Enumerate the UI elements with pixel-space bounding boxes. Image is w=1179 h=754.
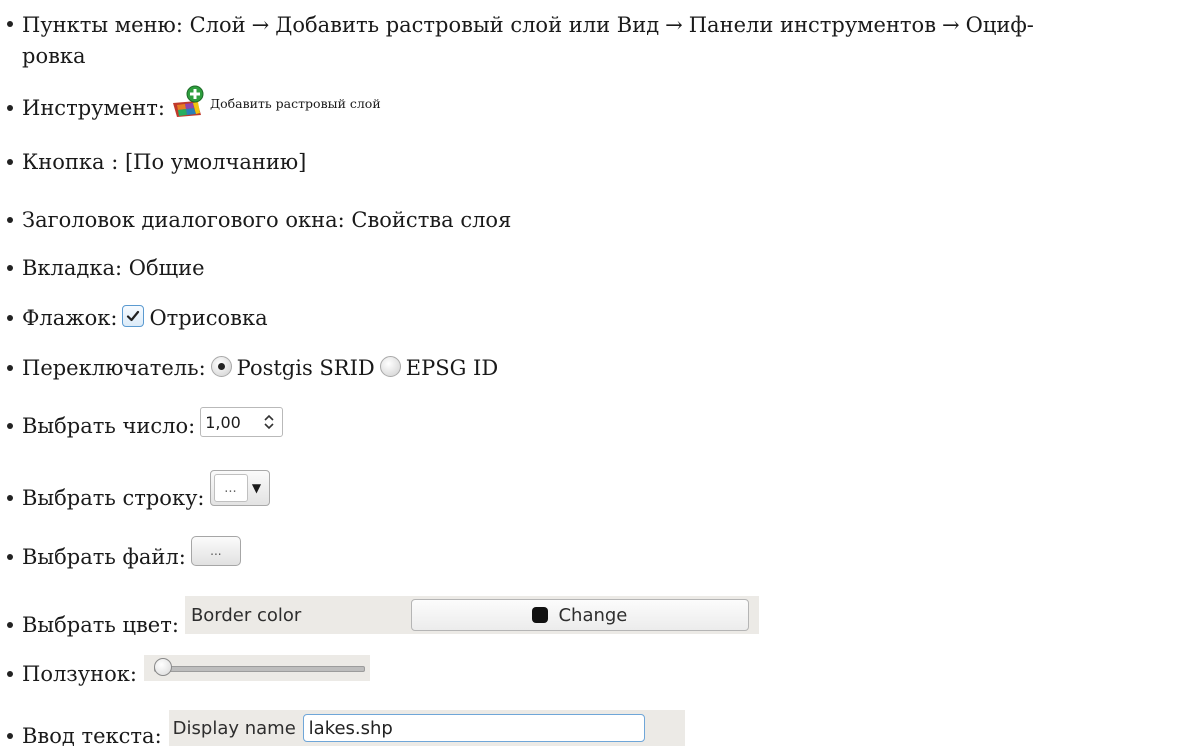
list-item-checkbox: Флажок: Отрисовка: [7, 305, 268, 330]
display-name-label: Display name: [172, 717, 296, 739]
list-item-color: Выбрать цвет: Border color Change: [7, 596, 759, 644]
list-item-tool: Инструмент: Добавить растровый слой: [7, 85, 381, 125]
combobox-field: ...: [213, 474, 248, 502]
list-item-text-input: Ввод текста: Display name: [7, 710, 685, 754]
list-item-file: Выбрать файл: ...: [7, 536, 241, 572]
up-down-arrows-icon[interactable]: [262, 413, 276, 431]
list-item-tab: Вкладка: Общие: [7, 256, 205, 280]
bullet: [7, 733, 13, 739]
radio-option2-text: EPSG ID: [405, 356, 499, 380]
checkbox-text: Отрисовка: [149, 306, 268, 330]
bullet: [7, 495, 13, 501]
text-input-label: Ввод текста:: [22, 724, 162, 748]
epsg-id-radio[interactable]: [379, 355, 401, 377]
list-item-combobox: Выбрать строку: ... ▼: [7, 470, 270, 516]
postgis-srid-radio[interactable]: [210, 355, 232, 377]
display-name-row: Display name: [168, 710, 685, 746]
list-item-radio: Переключатель: Postgis SRID EPSG ID: [7, 355, 499, 380]
color-label: Выбрать цвет:: [22, 613, 179, 637]
color-swatch: [532, 607, 549, 623]
number-spinbox[interactable]: 1,00: [200, 407, 284, 437]
tab-text: Вкладка: Общие: [22, 256, 205, 280]
list-item-button: Кнопка : [По умолчанию]: [7, 150, 306, 174]
tool-label: Инструмент:: [22, 96, 165, 120]
bullet: [7, 315, 13, 321]
file-label: Выбрать файл:: [22, 545, 186, 569]
bullet: [7, 21, 13, 27]
list-item-slider: Ползунок:: [7, 655, 370, 687]
change-button-label: Change: [558, 604, 628, 626]
slider-track[interactable]: [153, 666, 365, 672]
display-name-input[interactable]: [302, 714, 645, 742]
list-item-menu: Пункты меню: Слой → Добавить растровый сло…: [7, 10, 1167, 72]
tool-caption: Добавить растровый слой: [209, 95, 381, 111]
gui-elements-list: Пункты меню: Слой → Добавить растровый сло…: [0, 0, 1179, 754]
checkmark-icon: [127, 310, 140, 322]
radio-label: Переключатель:: [22, 356, 206, 380]
border-color-label: Border color: [190, 604, 302, 626]
checkbox-label: Флажок:: [22, 306, 118, 330]
bullet: [7, 365, 13, 371]
menu-path-text: Пункты меню: Слой → Добавить растровый сло…: [22, 13, 1034, 68]
spinbox-label: Выбрать число:: [22, 414, 196, 438]
bullet: [7, 217, 13, 223]
add-raster-layer-icon[interactable]: [171, 85, 205, 119]
change-color-button[interactable]: Change: [410, 599, 749, 631]
radio-option1-text: Postgis SRID: [236, 356, 375, 380]
bullet: [7, 105, 13, 111]
bullet: [7, 671, 13, 677]
list-item-dialog-title: Заголовок диалогового окна: Свойства сло…: [7, 208, 511, 232]
dropdown-arrow-icon[interactable]: ▼: [248, 475, 266, 501]
slider[interactable]: [143, 655, 370, 681]
button-text: Кнопка : [По умолчанию]: [22, 150, 307, 174]
browse-file-button[interactable]: ...: [190, 536, 241, 566]
bullet: [7, 265, 13, 271]
slider-label: Ползунок:: [22, 662, 137, 686]
bullet: [7, 423, 13, 429]
bullet: [7, 554, 13, 560]
list-item-spinbox: Выбрать число: 1,00: [7, 407, 284, 441]
dialog-title-text: Заголовок диалогового окна: Свойства сло…: [22, 208, 512, 232]
bullet: [7, 622, 13, 628]
rendering-checkbox[interactable]: [122, 305, 145, 327]
color-picker-row: Border color Change: [184, 596, 759, 634]
spinbox-value: 1,00: [205, 412, 241, 432]
bullet: [7, 159, 13, 165]
combobox-label: Выбрать строку:: [22, 486, 205, 510]
string-combobox[interactable]: ... ▼: [209, 470, 270, 506]
slider-handle[interactable]: [153, 658, 172, 676]
